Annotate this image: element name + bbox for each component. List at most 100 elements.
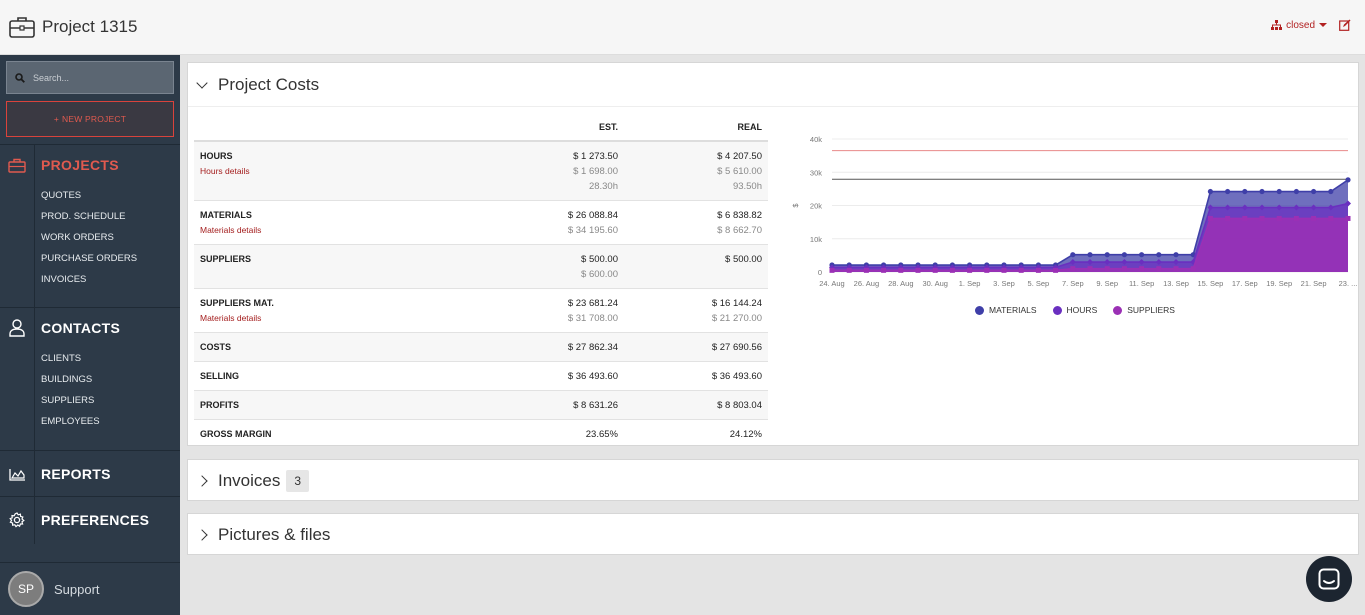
data-point — [1328, 188, 1334, 195]
nav-section-projects: PROJECTS QUOTES PROD. SCHEDULE WORK ORDE… — [0, 144, 180, 307]
suppliers-mat-details-link[interactable]: Materials details — [200, 311, 261, 326]
suppliers-est-selling: $ 600.00 — [581, 269, 618, 280]
search-box[interactable] — [6, 61, 174, 94]
legend-dot — [1052, 305, 1062, 315]
nav-item-buildings[interactable]: BUILDINGS — [41, 369, 180, 390]
data-point — [1104, 266, 1110, 272]
y-axis-label: $ — [791, 203, 800, 208]
project-costs-header[interactable]: Project Costs — [188, 63, 1358, 107]
row-name: SELLING — [200, 371, 240, 381]
new-project-button[interactable]: + NEW PROJECT — [6, 101, 174, 137]
table-row-suppliers: SUPPLIERS $ 500.00 $ 500.00 $ 600.00 — [194, 245, 768, 289]
nav-item-work-orders[interactable]: WORK ORDERS — [41, 227, 180, 248]
nav-item-purchase-orders[interactable]: PURCHASE ORDERS — [41, 248, 180, 269]
nav-reports[interactable]: REPORTS — [0, 451, 180, 497]
nav-item-employees[interactable]: EMPLOYEES — [41, 411, 180, 432]
table-row-selling: SELLING $ 36 493.60 $ 36 493.60 — [194, 362, 768, 391]
data-point — [932, 267, 938, 273]
table-row-suppliers-mat: SUPPLIERS MAT. $ 23 681.24 $ 16 144.24 M… — [194, 289, 768, 333]
data-point — [1070, 252, 1076, 258]
data-point — [1345, 177, 1351, 183]
nav-item-invoices[interactable]: INVOICES — [41, 269, 180, 290]
legend-label: HOURS — [1066, 305, 1098, 315]
data-point — [1276, 188, 1282, 195]
data-point — [1035, 267, 1041, 273]
data-point — [1121, 252, 1127, 258]
suppliers-mat-est-selling: $ 31 708.00 — [567, 313, 618, 324]
data-point — [1293, 215, 1299, 221]
data-point — [1276, 215, 1282, 221]
data-point — [1293, 188, 1299, 195]
nav-projects[interactable]: PROJECTS — [0, 145, 180, 185]
data-point — [1053, 267, 1059, 273]
data-point — [915, 267, 921, 273]
legend-item-suppliers[interactable]: SUPPLIERS — [1113, 305, 1175, 315]
chevron-down-icon — [196, 76, 208, 89]
data-point — [1139, 252, 1145, 258]
data-point — [1259, 188, 1265, 195]
suppliers-est: $ 500.00 — [581, 254, 618, 265]
row-name: SUPPLIERS — [200, 254, 252, 264]
chart-legend: MATERIALS HOURS SUPPLIERS — [975, 305, 1175, 315]
nav-preferences[interactable]: PREFERENCES — [0, 497, 180, 543]
materials-real-selling: $ 8 662.70 — [717, 225, 762, 236]
data-point — [967, 267, 973, 273]
status-dropdown[interactable]: closed — [1271, 20, 1327, 31]
legend-item-hours[interactable]: HOURS — [1052, 305, 1098, 315]
x-tick-label: 30. Aug — [922, 279, 947, 288]
nav-contacts-label: CONTACTS — [41, 320, 121, 336]
costs-chart: 0 10k 20k 30k 40k $24. Aug 26. Aug 28. Aug 30. A… — [791, 135, 1357, 288]
y-tick-label: 0 — [818, 268, 822, 277]
avatar: SP — [8, 571, 44, 607]
gear-icon — [9, 512, 25, 528]
invoices-header[interactable]: Invoices 3 — [188, 460, 1358, 502]
data-point — [1087, 266, 1093, 272]
nav-contacts[interactable]: CONTACTS — [0, 308, 180, 348]
data-point — [1087, 252, 1093, 258]
nav-item-clients[interactable]: CLIENTS — [41, 348, 180, 369]
x-tick-label: 1. Sep — [959, 279, 981, 288]
data-point — [1242, 215, 1248, 221]
x-tick-label: 15. Sep — [1197, 279, 1223, 288]
pictures-files-title: Pictures & files — [218, 525, 331, 544]
nav-item-prod-schedule[interactable]: PROD. SCHEDULE — [41, 206, 180, 227]
x-tick-label: 9. Sep — [1096, 279, 1118, 288]
data-point — [1225, 215, 1231, 221]
data-point — [846, 267, 852, 273]
search-input[interactable] — [33, 72, 163, 83]
legend-dot — [975, 305, 984, 315]
nav-item-quotes[interactable]: QUOTES — [41, 185, 180, 206]
nav-item-suppliers[interactable]: SUPPLIERS — [41, 390, 180, 411]
new-project-label: NEW PROJECT — [62, 114, 127, 124]
hours-details-link[interactable]: Hours details — [200, 164, 250, 179]
x-tick-label: 5. Sep — [1028, 279, 1050, 288]
row-name: COSTS — [200, 342, 232, 352]
selling-est: $ 36 493.60 — [567, 371, 618, 382]
support-user[interactable]: SP Support — [0, 562, 180, 615]
x-tick-label: 21. Sep — [1301, 279, 1327, 288]
x-tick-label: 17. Sep — [1232, 279, 1258, 288]
chevron-down-icon — [1319, 23, 1327, 27]
y-tick-label: 30k — [810, 168, 822, 177]
table-row-hours: HOURS $ 1 273.50 $ 4 207.50 Hours detail… — [194, 142, 768, 201]
chevron-right-icon — [196, 529, 208, 541]
data-point — [1001, 267, 1007, 273]
plus-icon: + — [53, 114, 60, 124]
page-title: Project 1315 — [42, 17, 138, 36]
hours-real-selling: $ 5 610.00 — [717, 166, 762, 177]
chart-area-icon — [8, 468, 25, 481]
gross-margin-real: 24.12% — [729, 429, 762, 440]
y-tick-label: 20k — [810, 202, 822, 211]
table-row-gross-margin: GROSS MARGIN 23.65% 24.12% — [194, 420, 768, 448]
materials-est-selling: $ 34 195.60 — [567, 225, 618, 236]
suppliers-mat-est: $ 23 681.24 — [567, 298, 618, 309]
edit-icon[interactable] — [1339, 19, 1351, 31]
nav-section-preferences: PREFERENCES — [0, 496, 180, 544]
materials-details-link[interactable]: Materials details — [200, 223, 261, 238]
data-point — [829, 267, 835, 273]
chat-launcher-button[interactable] — [1306, 556, 1352, 602]
y-tick-label: 40k — [810, 135, 822, 144]
pictures-files-header[interactable]: Pictures & files — [188, 514, 1358, 556]
legend-item-materials[interactable]: MATERIALS — [975, 305, 1037, 315]
sitemap-icon — [1271, 20, 1283, 30]
